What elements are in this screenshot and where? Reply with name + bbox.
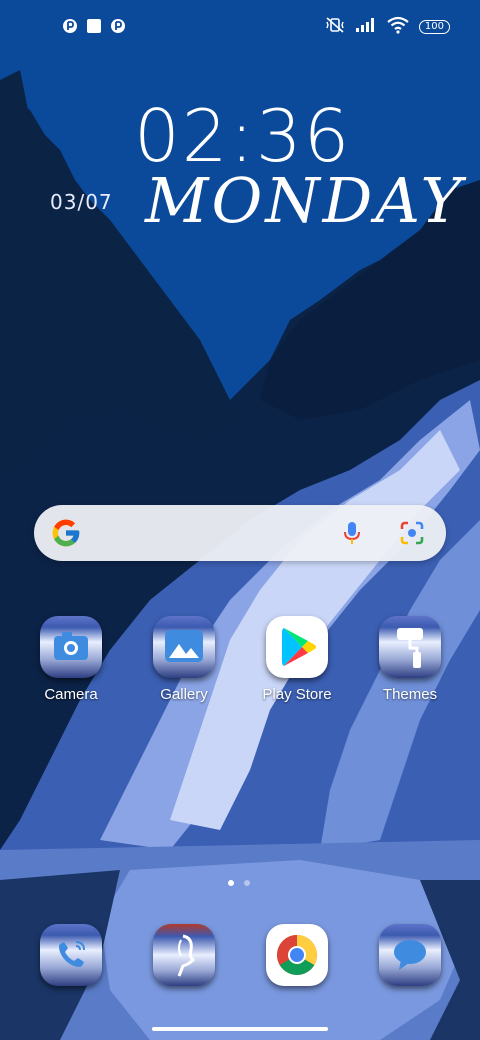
- app-play-store[interactable]: Play Store: [247, 616, 347, 703]
- notification-area[interactable]: [62, 18, 126, 34]
- mute-vibrate-icon: [325, 16, 345, 38]
- lens-icon[interactable]: [398, 519, 426, 547]
- dock-phone[interactable]: [21, 924, 121, 986]
- mic-icon[interactable]: [338, 519, 366, 547]
- dock-chrome[interactable]: [247, 924, 347, 986]
- battery-icon: 100: [418, 20, 450, 34]
- play-store-icon: [266, 616, 328, 678]
- system-icons[interactable]: 100: [325, 16, 450, 38]
- google-search-bar[interactable]: [34, 505, 446, 561]
- app-label: Play Store: [262, 686, 332, 703]
- messages-icon: [379, 924, 441, 986]
- camera-icon: [40, 616, 102, 678]
- app-themes[interactable]: Themes: [360, 616, 460, 703]
- google-icon: [52, 519, 80, 547]
- chrome-icon: [266, 924, 328, 986]
- page-indicator[interactable]: [244, 880, 250, 886]
- status-bar: 100: [0, 0, 480, 56]
- phone-icon: [40, 924, 102, 986]
- clock-weekday: MONDAY: [145, 164, 465, 237]
- page-indicator-active[interactable]: [228, 880, 234, 886]
- app-camera[interactable]: Camera: [21, 616, 121, 703]
- clock-date: 03/07: [50, 190, 113, 214]
- app-label: Themes: [382, 686, 438, 703]
- themes-icon: [379, 616, 441, 678]
- notification-icon: [110, 18, 126, 34]
- app-label: Gallery: [160, 686, 208, 703]
- dock-messages[interactable]: [360, 924, 460, 986]
- gallery-icon: [153, 616, 215, 678]
- wifi-icon: [387, 16, 409, 38]
- contacts-icon: [153, 924, 215, 986]
- dock-contacts[interactable]: [134, 924, 234, 986]
- app-gallery[interactable]: Gallery: [134, 616, 234, 703]
- home-gesture-bar[interactable]: [152, 1027, 328, 1031]
- notification-icon: [62, 18, 78, 34]
- signal-icon: [355, 17, 377, 37]
- square-notification-icon: [86, 18, 102, 34]
- app-label: Camera: [44, 686, 98, 703]
